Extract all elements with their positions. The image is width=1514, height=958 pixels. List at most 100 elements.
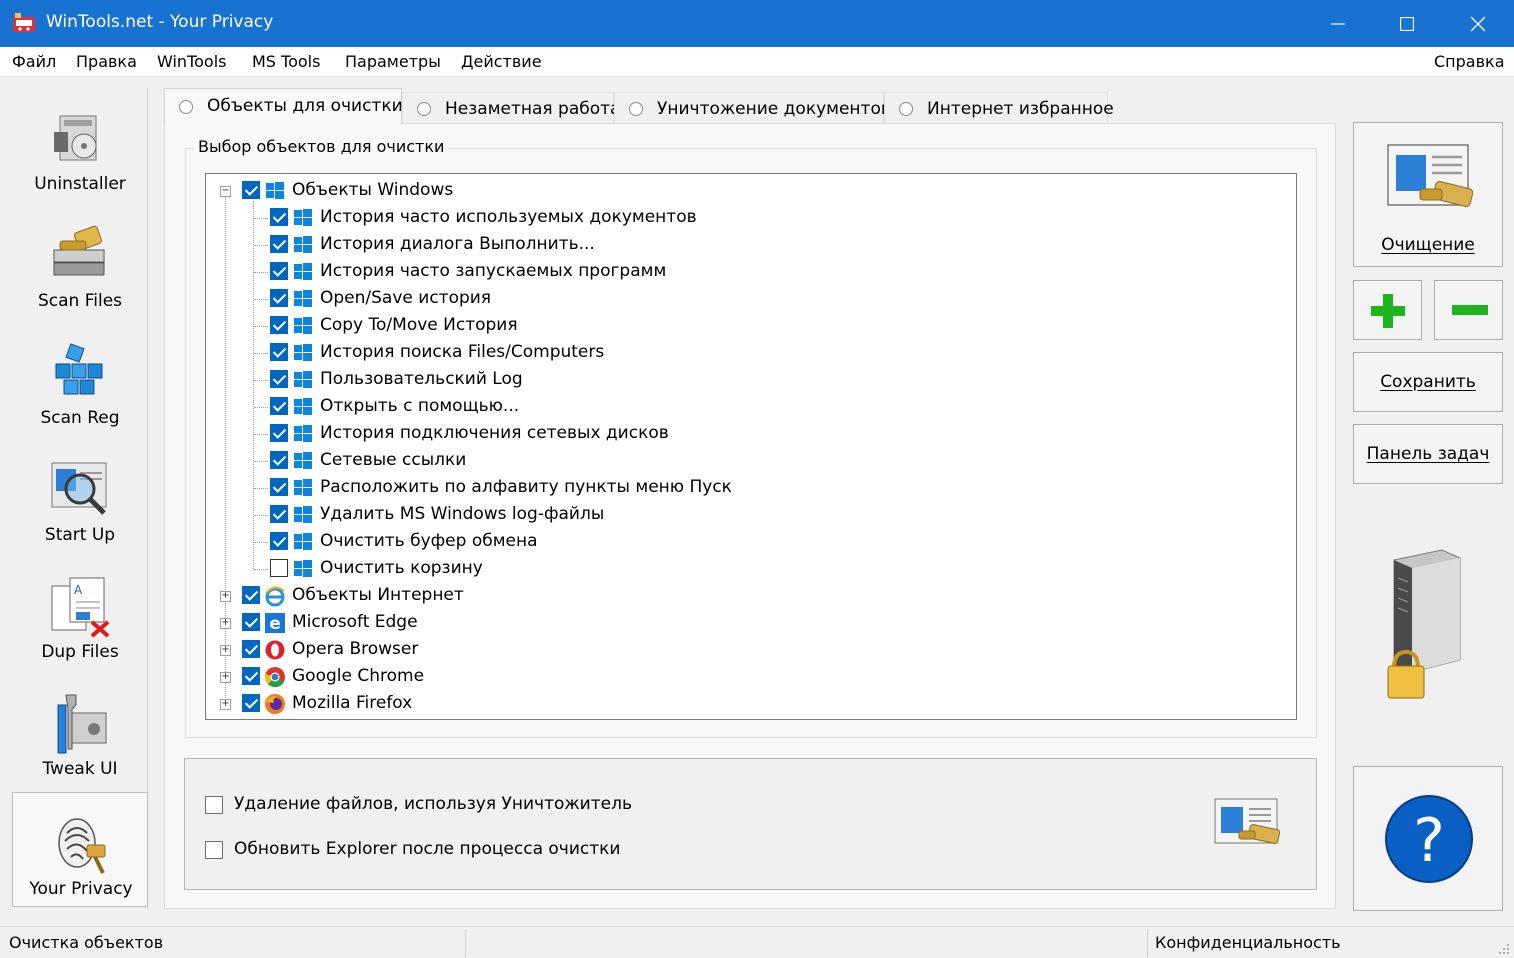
expand-icon[interactable]: + [220, 645, 231, 656]
expand-icon[interactable]: + [220, 618, 231, 629]
tree-node[interactable]: −Объекты Windows [206, 177, 1106, 204]
help-button[interactable]: ? [1353, 766, 1503, 911]
tree-label: История поиска Files/Computers [320, 342, 604, 362]
tree-leaf[interactable]: Open/Save история [206, 285, 1106, 312]
tab-cleanup-objects[interactable]: Объекты для очистки [164, 88, 402, 124]
windows-icon [292, 261, 314, 283]
clean-label: Очищение [1354, 235, 1502, 255]
menu-file[interactable]: Файл [12, 52, 56, 71]
tree-checkbox[interactable] [242, 640, 260, 658]
tree-checkbox[interactable] [270, 478, 288, 496]
tree-checkbox[interactable] [242, 667, 260, 685]
tree-checkbox[interactable] [270, 424, 288, 442]
maximize-icon [1400, 17, 1414, 31]
tab-stealth-mode[interactable]: Незаметная работа [402, 92, 614, 123]
tree-label: Copy To/Move История [320, 315, 518, 335]
tree-node[interactable]: + Объекты Интернет [206, 582, 1106, 609]
tree-leaf[interactable]: История подключения сетевых дисков [206, 420, 1106, 447]
tree-checkbox[interactable] [242, 694, 260, 712]
tab-label: Интернет избранное [927, 99, 1114, 119]
tree-checkbox[interactable] [270, 316, 288, 334]
chrome-icon [264, 666, 286, 688]
tree-label: Объекты Интернет [292, 585, 464, 605]
remove-button[interactable] [1434, 280, 1503, 340]
tool-scan-reg[interactable]: Scan Reg [12, 322, 148, 437]
windows-icon [292, 450, 314, 472]
windows-icon [292, 342, 314, 364]
clean-button[interactable]: Очищение [1353, 122, 1503, 267]
tree-checkbox[interactable] [270, 370, 288, 388]
tree-leaf[interactable]: Пользовательский Log [206, 366, 1106, 393]
tree-checkbox[interactable] [270, 262, 288, 280]
tree-node[interactable]: +Google Chrome [206, 663, 1106, 690]
tree-label: История диалога Выполнить... [320, 234, 595, 254]
tree-leaf[interactable]: История часто используемых документов [206, 204, 1106, 231]
tree-leaf[interactable]: Открыть с помощью... [206, 393, 1106, 420]
menu-help[interactable]: Справка [1434, 52, 1505, 71]
collapse-icon[interactable]: − [220, 186, 231, 197]
tree-checkbox[interactable] [270, 208, 288, 226]
tree-checkbox[interactable] [270, 397, 288, 415]
tab-radio [179, 100, 193, 114]
taskbar-button[interactable]: Панель задач [1353, 424, 1503, 484]
tool-label: Scan Files [12, 291, 148, 311]
tool-start-up[interactable]: Start Up [12, 439, 148, 554]
tree-checkbox[interactable] [242, 613, 260, 631]
tree-label: Сетевые ссылки [320, 450, 466, 470]
tab-internet-favorites[interactable]: Интернет избранное [884, 92, 1108, 123]
tool-scan-files[interactable]: Scan Files [12, 205, 148, 320]
tree-leaf[interactable]: История диалога Выполнить... [206, 231, 1106, 258]
expand-icon[interactable]: + [220, 591, 231, 602]
tree-leaf[interactable]: История часто запускаемых программ [206, 258, 1106, 285]
tree-label: Opera Browser [292, 639, 418, 659]
tree-node[interactable]: +eMicrosoft Edge [206, 609, 1106, 636]
objects-tree[interactable]: −Объекты WindowsИстория часто используем… [205, 173, 1297, 720]
tree-leaf[interactable]: Удалить MS Windows log-файлы [206, 501, 1106, 528]
tool-uninstaller[interactable]: Uninstaller [12, 88, 148, 203]
option-checkbox[interactable] [205, 796, 223, 814]
save-label: Сохранить [1354, 372, 1502, 392]
tree-leaf[interactable]: Очистить корзину [206, 555, 1106, 582]
tree-label: Открыть с помощью... [320, 396, 519, 416]
menu-params[interactable]: Параметры [345, 52, 441, 71]
status-right: Конфиденциальность [1155, 933, 1341, 952]
tree-leaf[interactable]: Copy To/Move История [206, 312, 1106, 339]
tree-checkbox[interactable] [270, 343, 288, 361]
windows-icon [292, 207, 314, 229]
tab-radio [417, 102, 431, 116]
windows-icon [292, 531, 314, 553]
tree-leaf[interactable]: История поиска Files/Computers [206, 339, 1106, 366]
tool-label: Uninstaller [12, 174, 148, 194]
save-button[interactable]: Сохранить [1353, 352, 1503, 412]
tree-checkbox[interactable] [270, 235, 288, 253]
tree-checkbox[interactable] [242, 181, 260, 199]
tree-leaf[interactable]: Расположить по алфавиту пункты меню Пуск [206, 474, 1106, 501]
tree-node[interactable]: +Mozilla Firefox [206, 690, 1106, 717]
tree-leaf[interactable]: Сетевые ссылки [206, 447, 1106, 474]
tab-document-shredder[interactable]: Уничтожение документов [614, 92, 884, 123]
tree-checkbox[interactable] [270, 505, 288, 523]
tool-your-privacy[interactable]: Your Privacy [12, 792, 148, 907]
option-checkbox[interactable] [205, 841, 223, 859]
minimize-button[interactable] [1304, 0, 1372, 47]
option-label: Удаление файлов, используя Уничтожитель [234, 794, 632, 814]
tool-tweak-ui[interactable]: Tweak UI [12, 673, 148, 788]
menu-mstools[interactable]: MS Tools [252, 52, 320, 71]
tree-node[interactable]: + Opera Browser [206, 636, 1106, 663]
tree-checkbox[interactable] [270, 532, 288, 550]
tree-checkbox[interactable] [270, 289, 288, 307]
tree-checkbox[interactable] [242, 586, 260, 604]
cleanup-monitor-icon [1213, 797, 1283, 857]
expand-icon[interactable]: + [220, 672, 231, 683]
tool-dup-files[interactable]: A Dup Files [12, 556, 148, 671]
menu-edit[interactable]: Правка [76, 52, 137, 71]
maximize-button[interactable] [1373, 0, 1441, 47]
tree-checkbox[interactable] [270, 451, 288, 469]
expand-icon[interactable]: + [220, 699, 231, 710]
add-button[interactable] [1353, 280, 1422, 340]
tree-checkbox[interactable] [270, 559, 288, 577]
tree-leaf[interactable]: Очистить буфер обмена [206, 528, 1106, 555]
menu-action[interactable]: Действие [461, 52, 542, 71]
close-button[interactable] [1444, 0, 1512, 47]
menu-wintools[interactable]: WinTools [157, 52, 226, 71]
